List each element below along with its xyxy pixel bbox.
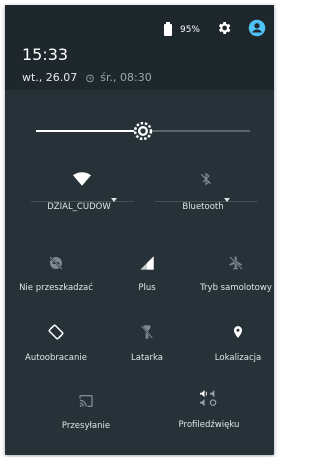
next-alarm[interactable]: śr., 08:30 [100, 71, 151, 84]
settings-gear-icon[interactable] [216, 20, 232, 40]
airplane-mode-label: Tryb samolotowy [200, 283, 272, 293]
tile-cast[interactable]: Przesyłanie [42, 393, 130, 431]
tile-location[interactable]: Lokalizacja [194, 323, 282, 363]
tile-auto-rotate[interactable]: Autoobracanie [12, 323, 100, 363]
battery-percent: 95% [179, 25, 200, 35]
do-not-disturb-label: Nie przeszkadzać [19, 283, 93, 293]
flashlight-label: Latarka [131, 353, 163, 363]
chevron-down-icon [110, 198, 117, 212]
bluetooth-off-icon [162, 171, 250, 191]
status-row: 95% [163, 19, 266, 41]
tile-flashlight[interactable]: Latarka [103, 323, 191, 363]
alarm-clock-icon [85, 68, 95, 87]
sound-profile-icon [165, 390, 253, 412]
flashlight-off-icon [103, 323, 191, 345]
quick-settings-header: 95% 15:33 wt., 26.07 śr., 08:30 [5, 5, 274, 90]
slider-fill [36, 130, 143, 132]
tile-bluetooth[interactable]: Bluetooth [162, 171, 250, 212]
current-date[interactable]: wt., 26.07 [22, 71, 77, 84]
tile-wifi[interactable]: DZIAL_CUDOW [38, 171, 126, 212]
sound-profile-label: Profiledźwięku [178, 420, 240, 430]
airplane-mode-icon [192, 255, 280, 275]
tile-sound-profiles[interactable]: Profiledźwięku [165, 390, 253, 430]
location-pin-icon [194, 323, 282, 345]
tile-airplane[interactable]: Tryb samolotowy [192, 255, 280, 293]
date-row: wt., 26.07 śr., 08:30 [22, 68, 152, 87]
cellular-signal-icon [103, 255, 191, 275]
wifi-network-label: DZIAL_CUDOW [47, 202, 111, 212]
clock-time[interactable]: 15:33 [22, 45, 68, 64]
bluetooth-label: Bluetooth [182, 202, 224, 212]
auto-rotate-label: Autoobracanie [25, 353, 87, 363]
auto-rotate-icon [12, 323, 100, 345]
chevron-down-icon [223, 198, 230, 212]
cast-label: Przesyłanie [61, 421, 111, 431]
tile-cellular[interactable]: Plus [103, 255, 191, 293]
do-not-disturb-icon [12, 255, 100, 275]
brightness-slider[interactable] [36, 121, 250, 141]
wifi-icon [38, 171, 126, 190]
quick-settings-panel: 95% 15:33 wt., 26.07 śr., 08:30 DZIAL_CU… [5, 5, 274, 455]
user-account-icon[interactable] [248, 19, 266, 41]
location-label: Lokalizacja [214, 353, 262, 363]
cellular-label: Plus [138, 283, 156, 293]
brightness-thumb-icon[interactable] [133, 121, 153, 141]
tile-do-not-disturb[interactable]: Nie przeszkadzać [12, 255, 100, 293]
cast-icon [42, 393, 130, 413]
battery-icon [163, 22, 172, 36]
